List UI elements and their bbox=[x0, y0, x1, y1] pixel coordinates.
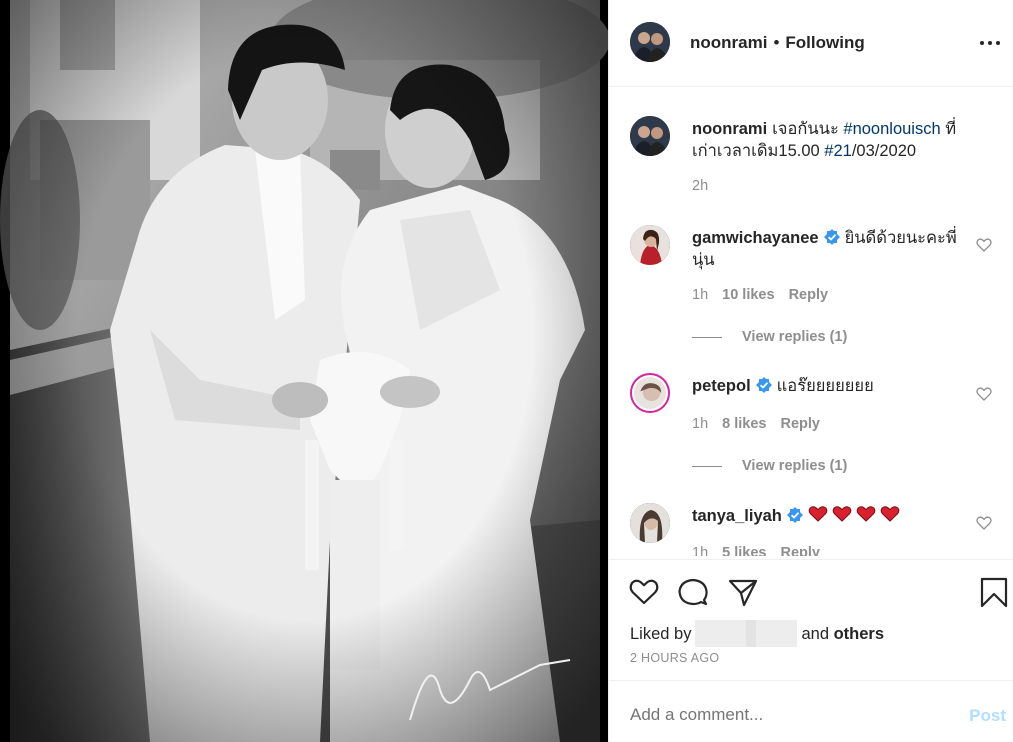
comment-time[interactable]: 1h bbox=[692, 416, 708, 432]
author-avatar-image bbox=[630, 22, 670, 62]
view-replies-label: View replies (1) bbox=[742, 458, 848, 474]
comment-likes[interactable]: 5 likes bbox=[722, 545, 766, 556]
comment-time[interactable]: 1h bbox=[692, 545, 708, 556]
liked-by: Liked by and others bbox=[630, 620, 884, 647]
view-replies-button[interactable]: View replies (1) bbox=[692, 458, 847, 474]
heart-icon[interactable] bbox=[976, 515, 992, 531]
more-options-button[interactable] bbox=[978, 30, 1004, 56]
heart-icon[interactable] bbox=[976, 386, 992, 402]
post-timestamp[interactable]: 2 HOURS AGO bbox=[630, 651, 719, 665]
commenter-avatar[interactable] bbox=[630, 503, 670, 543]
comment-text: gamwichayanee ยินดีด้วยนะคะพี่นุ่น bbox=[692, 227, 977, 271]
caption-avatar-image bbox=[630, 116, 670, 156]
reply-button[interactable]: Reply bbox=[789, 287, 829, 303]
reply-button[interactable]: Reply bbox=[780, 545, 820, 556]
caption-date: /03/2020 bbox=[851, 142, 917, 160]
caption-username[interactable]: noonrami bbox=[692, 120, 767, 138]
comment-meta: 1h 10 likes Reply bbox=[692, 287, 842, 303]
comment-meta: 1h 5 likes Reply bbox=[692, 545, 834, 556]
verified-badge-icon bbox=[755, 377, 772, 393]
heart-icon[interactable] bbox=[628, 576, 660, 608]
post-header: noonrami • Following bbox=[609, 0, 1013, 87]
share-icon[interactable] bbox=[727, 576, 759, 608]
post-comment-button[interactable]: Post bbox=[969, 706, 1006, 726]
redacted-username bbox=[695, 620, 798, 647]
verified-badge-icon bbox=[786, 507, 803, 523]
caption-avatar[interactable] bbox=[630, 116, 670, 156]
liked-by-and: and bbox=[801, 625, 829, 643]
view-replies-button[interactable]: View replies (1) bbox=[692, 329, 847, 345]
following-button[interactable]: Following bbox=[785, 33, 864, 52]
comment-time[interactable]: 1h bbox=[692, 287, 708, 303]
comments-list[interactable]: noonrami เจอกันนะ #noonlouisch ที่เก่าเวล… bbox=[609, 88, 1013, 556]
comment-username[interactable]: gamwichayanee bbox=[692, 229, 819, 247]
caption-meta: 2h bbox=[692, 178, 722, 194]
header-username-line: noonrami • Following bbox=[690, 33, 865, 53]
view-replies-label: View replies (1) bbox=[742, 329, 848, 345]
caption-text: noonrami เจอกันนะ #noonlouisch ที่เก่าเวล… bbox=[692, 118, 977, 162]
comment-text: petepol แอร๊ยยยยยยย bbox=[692, 375, 977, 397]
comment-icon[interactable] bbox=[677, 576, 709, 608]
post-actions: Liked by and others 2 HOURS AGO bbox=[609, 559, 1013, 679]
author-username[interactable]: noonrami bbox=[690, 33, 767, 52]
add-comment-input[interactable] bbox=[630, 705, 930, 725]
comment-likes[interactable]: 10 likes bbox=[722, 287, 774, 303]
verified-badge-icon bbox=[823, 229, 840, 245]
comment-text: tanya_liyah bbox=[692, 505, 977, 527]
comment-body: แอร๊ยยยยยยย bbox=[776, 377, 874, 395]
separator-dot: • bbox=[773, 33, 780, 52]
comment-likes[interactable]: 8 likes bbox=[722, 416, 766, 432]
heart-icon[interactable] bbox=[976, 237, 992, 253]
replies-divider bbox=[692, 336, 722, 338]
caption-hashtag-2[interactable]: #21 bbox=[824, 142, 852, 160]
caption-body: เจอกันนะ bbox=[772, 120, 839, 138]
author-avatar[interactable] bbox=[630, 22, 670, 62]
commenter-avatar-image bbox=[630, 503, 670, 543]
post-sidebar: noonrami • Following noonrami เจอกันนะ #… bbox=[608, 0, 1013, 742]
comment-username[interactable]: petepol bbox=[692, 377, 751, 395]
liked-by-others-link[interactable]: others bbox=[834, 625, 884, 643]
caption-time[interactable]: 2h bbox=[692, 178, 708, 194]
caption-hashtag[interactable]: #noonlouisch bbox=[843, 120, 940, 138]
wedding-photo-image bbox=[0, 0, 608, 742]
replies-divider bbox=[692, 465, 722, 467]
add-comment-bar: Post bbox=[609, 680, 1013, 742]
liked-by-prefix: Liked by bbox=[630, 625, 692, 643]
commenter-avatar-story-ring[interactable] bbox=[630, 373, 670, 413]
save-icon[interactable] bbox=[978, 576, 1010, 608]
red-hearts-emoji bbox=[808, 506, 900, 522]
reply-button[interactable]: Reply bbox=[780, 416, 820, 432]
commenter-avatar-image bbox=[630, 225, 670, 265]
commenter-avatar-image bbox=[634, 377, 666, 409]
comment-username[interactable]: tanya_liyah bbox=[692, 507, 782, 525]
post-photo[interactable] bbox=[0, 0, 608, 742]
comment-meta: 1h 8 likes Reply bbox=[692, 416, 834, 432]
commenter-avatar[interactable] bbox=[630, 225, 670, 265]
